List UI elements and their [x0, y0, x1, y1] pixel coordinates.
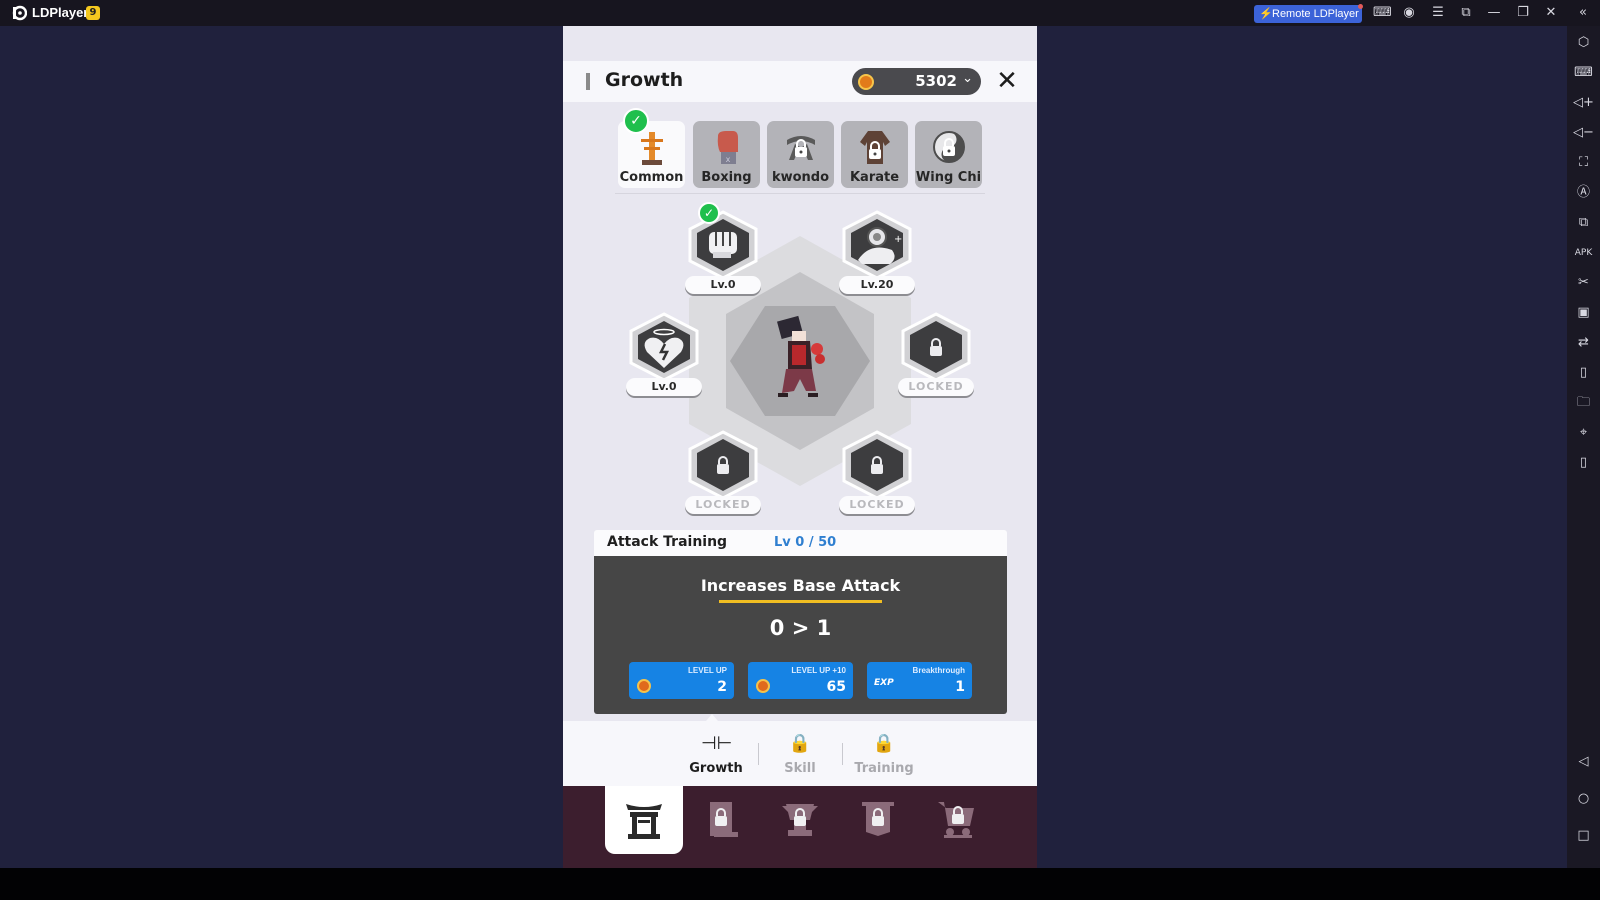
apk-install-icon[interactable]: APK [1567, 242, 1600, 264]
skill-level-label: Lv.20 [839, 276, 915, 294]
skill-level-label: Lv.0 [626, 378, 702, 396]
emulator-sidebar: ⬡ ⌨ ◁+ ◁− ⛶ Ⓐ ⧉ APK ✂ ▣ ⇄ ▯ 🗀 ⌖ ▯ ◁ ○ □ [1567, 26, 1600, 868]
nav-scroll[interactable] [683, 786, 761, 854]
sub-tab-training[interactable]: 🔒 Training [844, 721, 924, 786]
skill-node-locked[interactable]: LOCKED [898, 312, 974, 400]
scissors-icon[interactable]: ✂ [1567, 272, 1600, 294]
shake-icon[interactable]: ▯ [1567, 362, 1600, 384]
lock-icon: 🔒 [788, 733, 812, 754]
skill-node-fist-attack[interactable]: Lv.0 [685, 210, 761, 298]
skill-level-label: Lv.0 [685, 276, 761, 294]
sub-tab-growth[interactable]: ⊣⊢ Growth [676, 721, 756, 786]
dumbbell-icon: ⊣⊢ [701, 733, 733, 754]
sub-tab-label: Growth [689, 761, 743, 776]
skill-name: Attack Training [607, 534, 728, 550]
nav-dojo[interactable] [605, 786, 683, 854]
sub-tab-bar: ⊣⊢ Growth 🔒 Skill 🔒 Training [563, 721, 1037, 786]
banner-lock-icon [862, 802, 894, 836]
back-icon[interactable]: ◁ [1567, 751, 1600, 773]
skill-info-header: Attack Training Lv 0 / 50 [594, 530, 1007, 556]
lightning-icon: ⚡ [1259, 8, 1273, 20]
screenshot-icon[interactable]: ⛶ [1567, 152, 1600, 174]
exp-icon: EXP [874, 678, 894, 688]
volume-down-icon[interactable]: ◁− [1567, 122, 1600, 144]
close-icon[interactable]: ✕ [1543, 5, 1559, 21]
tab-pointer [706, 714, 718, 721]
sub-tab-label: Skill [784, 761, 816, 776]
app-title: LDPlayer [32, 5, 89, 20]
skill-locked-label: LOCKED [839, 496, 915, 514]
account-icon[interactable]: ◉ [1401, 5, 1417, 21]
tab-separator [758, 743, 759, 765]
button-title: LEVEL UP +10 [791, 666, 846, 675]
minimize-icon[interactable]: — [1486, 5, 1502, 21]
skill-stat-description: Increases Base Attack [700, 576, 901, 595]
settings-hexagon-icon[interactable]: ⬡ [1567, 32, 1600, 54]
skill-node-locked[interactable]: LOCKED [685, 430, 761, 518]
sub-tab-skill[interactable]: 🔒 Skill [760, 721, 840, 786]
video-record-icon[interactable]: ▣ [1567, 302, 1600, 324]
sub-tab-label: Training [854, 761, 914, 776]
button-title: Breakthrough [912, 666, 965, 675]
window-resize-icon[interactable]: ⧉ [1458, 5, 1474, 21]
button-cost: 1 [955, 679, 965, 695]
skill-node-muscle-strength[interactable]: + Lv.20 [839, 210, 915, 298]
home-icon[interactable]: ○ [1567, 788, 1600, 810]
folder-icon[interactable]: 🗀 [1567, 392, 1600, 414]
skill-locked-label: LOCKED [685, 496, 761, 514]
scroll-lock-icon [710, 802, 738, 837]
version-badge: 9 [86, 6, 100, 20]
skill-info-body: Increases Base Attack 0 > 1 LEVEL UP 2 L… [594, 556, 1007, 714]
volume-up-icon[interactable]: ◁+ [1567, 92, 1600, 114]
gamepad-icon[interactable]: ⌨ [1373, 5, 1392, 21]
remote-ldplayer-button[interactable]: ⚡ Remote LDPlayer [1254, 4, 1363, 23]
multi-instance-icon[interactable]: ⧉ [1567, 212, 1600, 234]
skill-level-progress: Lv 0 / 50 [774, 535, 837, 550]
auto-rotate-icon[interactable]: Ⓐ [1567, 182, 1600, 204]
emulator-bottom-bar [0, 868, 1600, 900]
lock-icon: 🔒 [872, 733, 896, 754]
button-cost: 2 [717, 679, 727, 695]
rotate-device-icon[interactable]: ▯ [1567, 452, 1600, 474]
svg-text:+: + [894, 234, 902, 245]
nav-versus[interactable] [761, 786, 839, 854]
nav-shop[interactable] [917, 786, 995, 854]
recents-icon[interactable]: □ [1567, 825, 1600, 847]
coin-icon [756, 679, 770, 693]
collapse-sidebar-icon[interactable]: « [1575, 5, 1591, 21]
level-up-10-button[interactable]: LEVEL UP +10 65 [748, 662, 853, 699]
remote-button-label: Remote LDPlayer [1272, 8, 1359, 20]
level-up-button[interactable]: LEVEL UP 2 [629, 662, 734, 699]
skill-locked-label: LOCKED [898, 378, 974, 396]
ldplayer-logo-icon [12, 5, 27, 21]
skill-node-heart-health[interactable]: Lv.0 [626, 312, 702, 400]
stat-underline [719, 600, 882, 603]
menu-icon[interactable]: ☰ [1430, 5, 1446, 21]
emulator-titlebar: LDPlayer 9 ⚡ Remote LDPlayer ⌨ ◉ ☰ ⧉ — ❐… [0, 0, 1600, 26]
cart-lock-icon [938, 802, 974, 838]
button-title: LEVEL UP [688, 666, 727, 675]
skill-node-locked[interactable]: LOCKED [839, 430, 915, 518]
skill-info-card: Attack Training Lv 0 / 50 Increases Base… [594, 530, 1007, 714]
sync-icon[interactable]: ⇄ [1567, 332, 1600, 354]
breakthrough-button[interactable]: EXP Breakthrough 1 [867, 662, 972, 699]
game-screen: Growth 5302 ⌄ ✕ Common ✓ x Boxing kwondo… [563, 26, 1037, 868]
tab-separator [842, 743, 843, 765]
dojo-gate-icon [626, 804, 662, 839]
nav-banner[interactable] [839, 786, 917, 854]
trophy-lock-icon [782, 804, 818, 836]
restore-icon[interactable]: ❐ [1515, 5, 1531, 21]
keyboard-icon[interactable]: ⌨ [1567, 62, 1600, 84]
bottom-nav [563, 786, 1037, 868]
button-cost: 65 [826, 679, 846, 695]
coin-icon [637, 679, 651, 693]
check-icon: ✓ [698, 202, 720, 224]
notification-dot [1358, 4, 1363, 9]
location-icon[interactable]: ⌖ [1567, 422, 1600, 444]
stat-change: 0 > 1 [769, 616, 832, 640]
